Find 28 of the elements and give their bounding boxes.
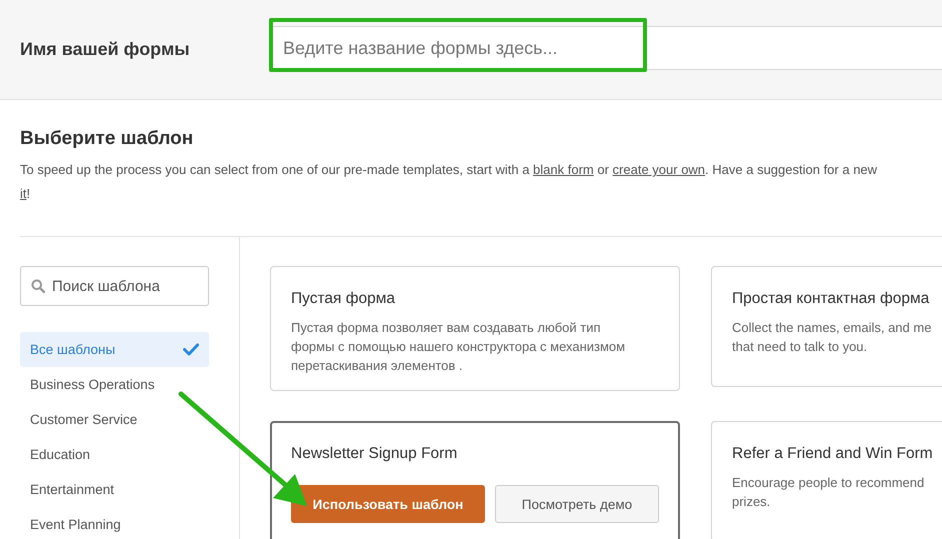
template-title: Простая контактная форма — [732, 290, 930, 308]
category-item[interactable]: Все шаблоны — [20, 332, 209, 367]
check-icon — [183, 343, 199, 356]
template-card[interactable]: Refer a Friend and Win Form Encourage people to recommend prizes. — [711, 421, 942, 539]
template-title: Newsletter Signup Form — [291, 445, 458, 463]
intro-link[interactable]: blank form — [533, 162, 594, 177]
intro-link[interactable]: create your own — [612, 162, 706, 177]
category-item[interactable]: Education — [20, 437, 209, 472]
template-description: Collect the names, emails, and me that need to talk to you. — [732, 319, 932, 356]
use-template-button[interactable]: Использовать шаблон — [291, 485, 485, 523]
intro-paragraph: To speed up the process you can select from one of our pre-made templates, start with a blank form or create your own. Have a suggestion for a new it! — [20, 161, 878, 203]
category-item[interactable]: Customer Service — [20, 402, 209, 437]
template-card[interactable]: Пустая форма Пустая форма позволяет вам создавать любой тип формы с помощью нашего конструктора с механизмом перетаскивания элементов . — [270, 266, 680, 391]
template-card[interactable]: Newsletter Signup Form Использовать шаблон Посмотреть демо — [270, 421, 680, 539]
form-name-label: Имя вашей формы — [20, 39, 191, 60]
category-item[interactable]: Business Operations — [20, 367, 209, 402]
category-item[interactable]: Event Planning — [20, 507, 209, 539]
form-name-field[interactable]: Ведите название формы здесь... — [270, 26, 942, 70]
view-demo-button[interactable]: Посмотреть демо — [494, 485, 659, 523]
template-title: Пустая форма — [291, 290, 396, 308]
template-title: Refer a Friend and Win Form — [732, 445, 934, 463]
template-search-field[interactable]: Поиск шаблона — [20, 266, 209, 306]
template-description: Encourage people to recommend prizes. — [732, 474, 926, 511]
template-description: Пустая форма позволяет вам создавать любой тип формы с помощью нашего конструктора с механизмом перетаскивания элементов . — [291, 319, 626, 375]
category-item[interactable]: Entertainment — [20, 472, 209, 507]
section-title: Выберите шаблон — [20, 128, 194, 150]
intro-link[interactable]: it — [20, 186, 26, 201]
template-card[interactable]: Простая контактная форма Collect the names, emails, and me that need to talk to you. — [711, 266, 942, 387]
